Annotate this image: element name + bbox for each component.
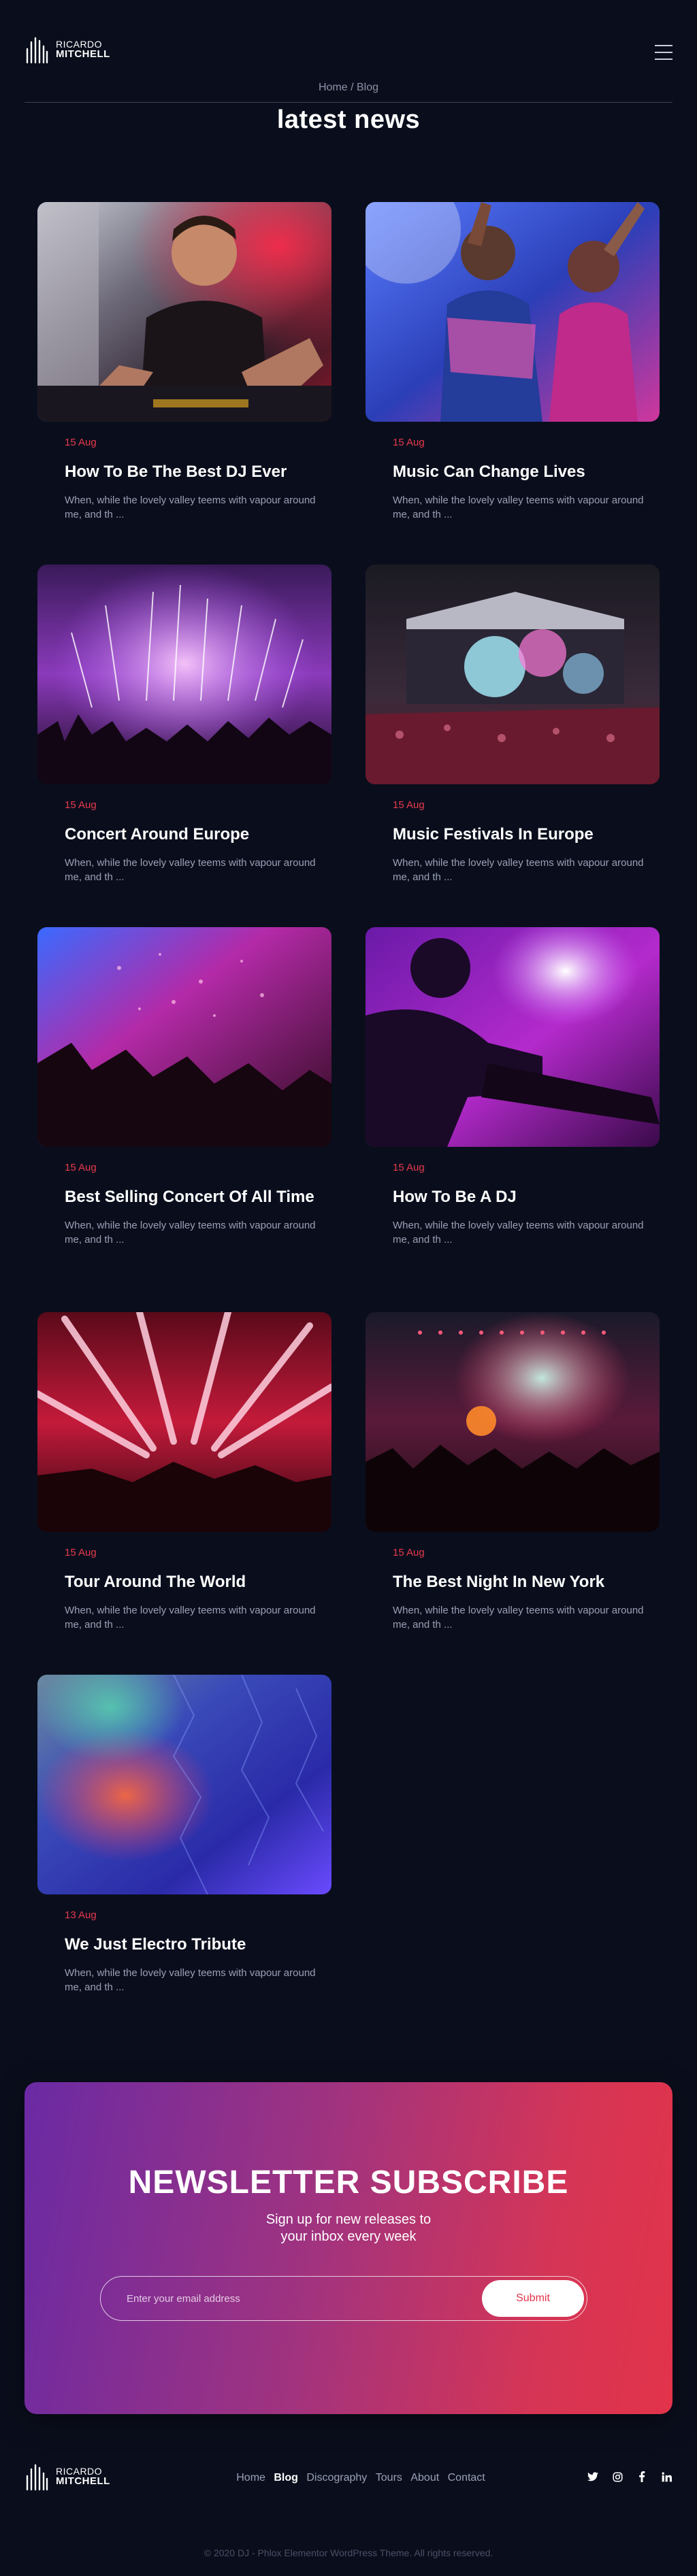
post-title[interactable]: How To Be A DJ <box>393 1186 646 1209</box>
footer-brand-name: RICARDO MITCHELL <box>56 2466 110 2487</box>
post-card: 15 Aug Music Festivals In Europe When, w… <box>366 565 660 885</box>
post-thumbnail[interactable] <box>366 565 660 784</box>
post-excerpt: When, while the lovely valley teems with… <box>393 494 644 521</box>
twitter-icon[interactable] <box>587 2471 599 2483</box>
post-image-laser-show <box>37 1312 331 1532</box>
post-title[interactable]: Music Festivals In Europe <box>393 823 646 846</box>
post-image-fireworks-concert <box>37 565 331 784</box>
post-date: 15 Aug <box>393 437 425 448</box>
post-card: 15 Aug How To Be A DJ When, while the lo… <box>366 927 660 1248</box>
post-title[interactable]: Tour Around The World <box>65 1571 318 1594</box>
post-date: 15 Aug <box>65 799 97 811</box>
newsletter-title: NEWSLETTER SUBSCRIBE <box>128 2164 569 2201</box>
hamburger-menu-icon[interactable] <box>655 45 672 60</box>
breadcrumb-current: Blog <box>357 82 379 93</box>
post-date: 15 Aug <box>65 437 97 448</box>
post-date: 15 Aug <box>393 1162 425 1173</box>
newsletter-subtitle-line2: your inbox every week <box>280 2229 417 2244</box>
post-excerpt: When, while the lovely valley teems with… <box>65 1604 316 1631</box>
email-input[interactable] <box>127 2290 467 2307</box>
copyright-text: © 2020 DJ - Phlox Elementor WordPress Th… <box>204 2547 493 2558</box>
post-date: 15 Aug <box>393 1547 425 1558</box>
footer-nav-about[interactable]: About <box>410 2472 439 2483</box>
post-card: 15 Aug Tour Around The World When, while… <box>37 1312 331 1633</box>
post-image-dj-keyboard <box>366 927 660 1147</box>
newsletter-section: NEWSLETTER SUBSCRIBE Sign up for new rel… <box>25 2082 672 2414</box>
footer-nav-tours[interactable]: Tours <box>376 2472 402 2483</box>
post-excerpt: When, while the lovely valley teems with… <box>393 856 644 884</box>
breadcrumb: Home / Blog <box>0 82 697 94</box>
social-links <box>587 2471 672 2483</box>
header-divider <box>25 102 672 103</box>
logo-mark-icon <box>26 37 48 64</box>
brand-name: RICARDO MITCHELL <box>56 39 110 60</box>
newsletter-form: Submit <box>100 2276 587 2321</box>
linkedin-icon[interactable] <box>660 2471 672 2483</box>
post-excerpt: When, while the lovely valley teems with… <box>393 1219 644 1246</box>
brand-logo[interactable]: RICARDO MITCHELL <box>25 34 110 65</box>
breadcrumb-separator: / <box>347 82 357 93</box>
footer-nav: Home Blog Discography Tours About Contac… <box>225 2472 497 2484</box>
post-image-abstract-blur <box>37 1675 331 1894</box>
page-title: latest news <box>276 105 421 134</box>
post-image-festival-stage <box>366 565 660 784</box>
post-image-confetti-concert <box>37 927 331 1147</box>
post-image-dj <box>37 202 331 422</box>
instagram-icon[interactable] <box>611 2471 623 2483</box>
post-thumbnail[interactable] <box>366 927 660 1147</box>
brand-last-name: MITCHELL <box>56 48 110 61</box>
post-excerpt: When, while the lovely valley teems with… <box>65 1967 316 1994</box>
post-card: 15 Aug Music Can Change Lives When, whil… <box>366 202 660 522</box>
post-card: 15 Aug The Best Night In New York When, … <box>366 1312 660 1633</box>
newsletter-subtitle-line1: Sign up for new releases to <box>265 2212 432 2227</box>
post-date: 13 Aug <box>65 1909 97 1921</box>
post-thumbnail[interactable] <box>37 565 331 784</box>
footer-brand-first-name: RICARDO <box>56 2465 103 2477</box>
post-card: 13 Aug We Just Electro Tribute When, whi… <box>37 1675 331 1995</box>
facebook-icon[interactable] <box>636 2471 648 2483</box>
post-excerpt: When, while the lovely valley teems with… <box>65 1219 316 1246</box>
post-date: 15 Aug <box>65 1547 97 1558</box>
post-title[interactable]: Music Can Change Lives <box>393 461 646 484</box>
post-title[interactable]: Concert Around Europe <box>65 823 318 846</box>
post-excerpt: When, while the lovely valley teems with… <box>65 494 316 521</box>
newsletter-subtitle: Sign up for new releases to your inbox e… <box>25 2211 672 2245</box>
post-image-night-crowd <box>366 1312 660 1532</box>
logo-mark-icon <box>26 2464 48 2491</box>
post-date: 15 Aug <box>393 799 425 811</box>
footer-brand-last-name: MITCHELL <box>56 2475 110 2488</box>
footer-nav-home[interactable]: Home <box>236 2472 265 2483</box>
post-thumbnail[interactable] <box>366 1312 660 1532</box>
post-card: 15 Aug How To Be The Best DJ Ever When, … <box>37 202 331 522</box>
footer-nav-blog[interactable]: Blog <box>274 2472 298 2483</box>
post-thumbnail[interactable] <box>37 1675 331 1894</box>
post-thumbnail[interactable] <box>37 202 331 422</box>
post-title[interactable]: How To Be The Best DJ Ever <box>65 461 318 484</box>
post-date: 15 Aug <box>65 1162 97 1173</box>
footer-nav-discography[interactable]: Discography <box>306 2472 367 2483</box>
post-excerpt: When, while the lovely valley teems with… <box>65 856 316 884</box>
breadcrumb-home-link[interactable]: Home <box>319 82 348 93</box>
brand-first-name: RICARDO <box>56 38 103 50</box>
footer-brand-logo[interactable]: RICARDO MITCHELL <box>25 2461 110 2492</box>
post-thumbnail[interactable] <box>366 202 660 422</box>
post-image-crowd-dancing <box>366 202 660 422</box>
post-thumbnail[interactable] <box>37 1312 331 1532</box>
post-card: 15 Aug Concert Around Europe When, while… <box>37 565 331 885</box>
post-card: 15 Aug Best Selling Concert Of All Time … <box>37 927 331 1248</box>
post-title[interactable]: The Best Night In New York <box>393 1571 646 1594</box>
footer-nav-contact[interactable]: Contact <box>448 2472 485 2483</box>
post-excerpt: When, while the lovely valley teems with… <box>393 1604 644 1631</box>
post-thumbnail[interactable] <box>37 927 331 1147</box>
submit-button[interactable]: Submit <box>482 2280 584 2317</box>
post-title[interactable]: We Just Electro Tribute <box>65 1933 318 1956</box>
post-title[interactable]: Best Selling Concert Of All Time <box>65 1186 318 1209</box>
